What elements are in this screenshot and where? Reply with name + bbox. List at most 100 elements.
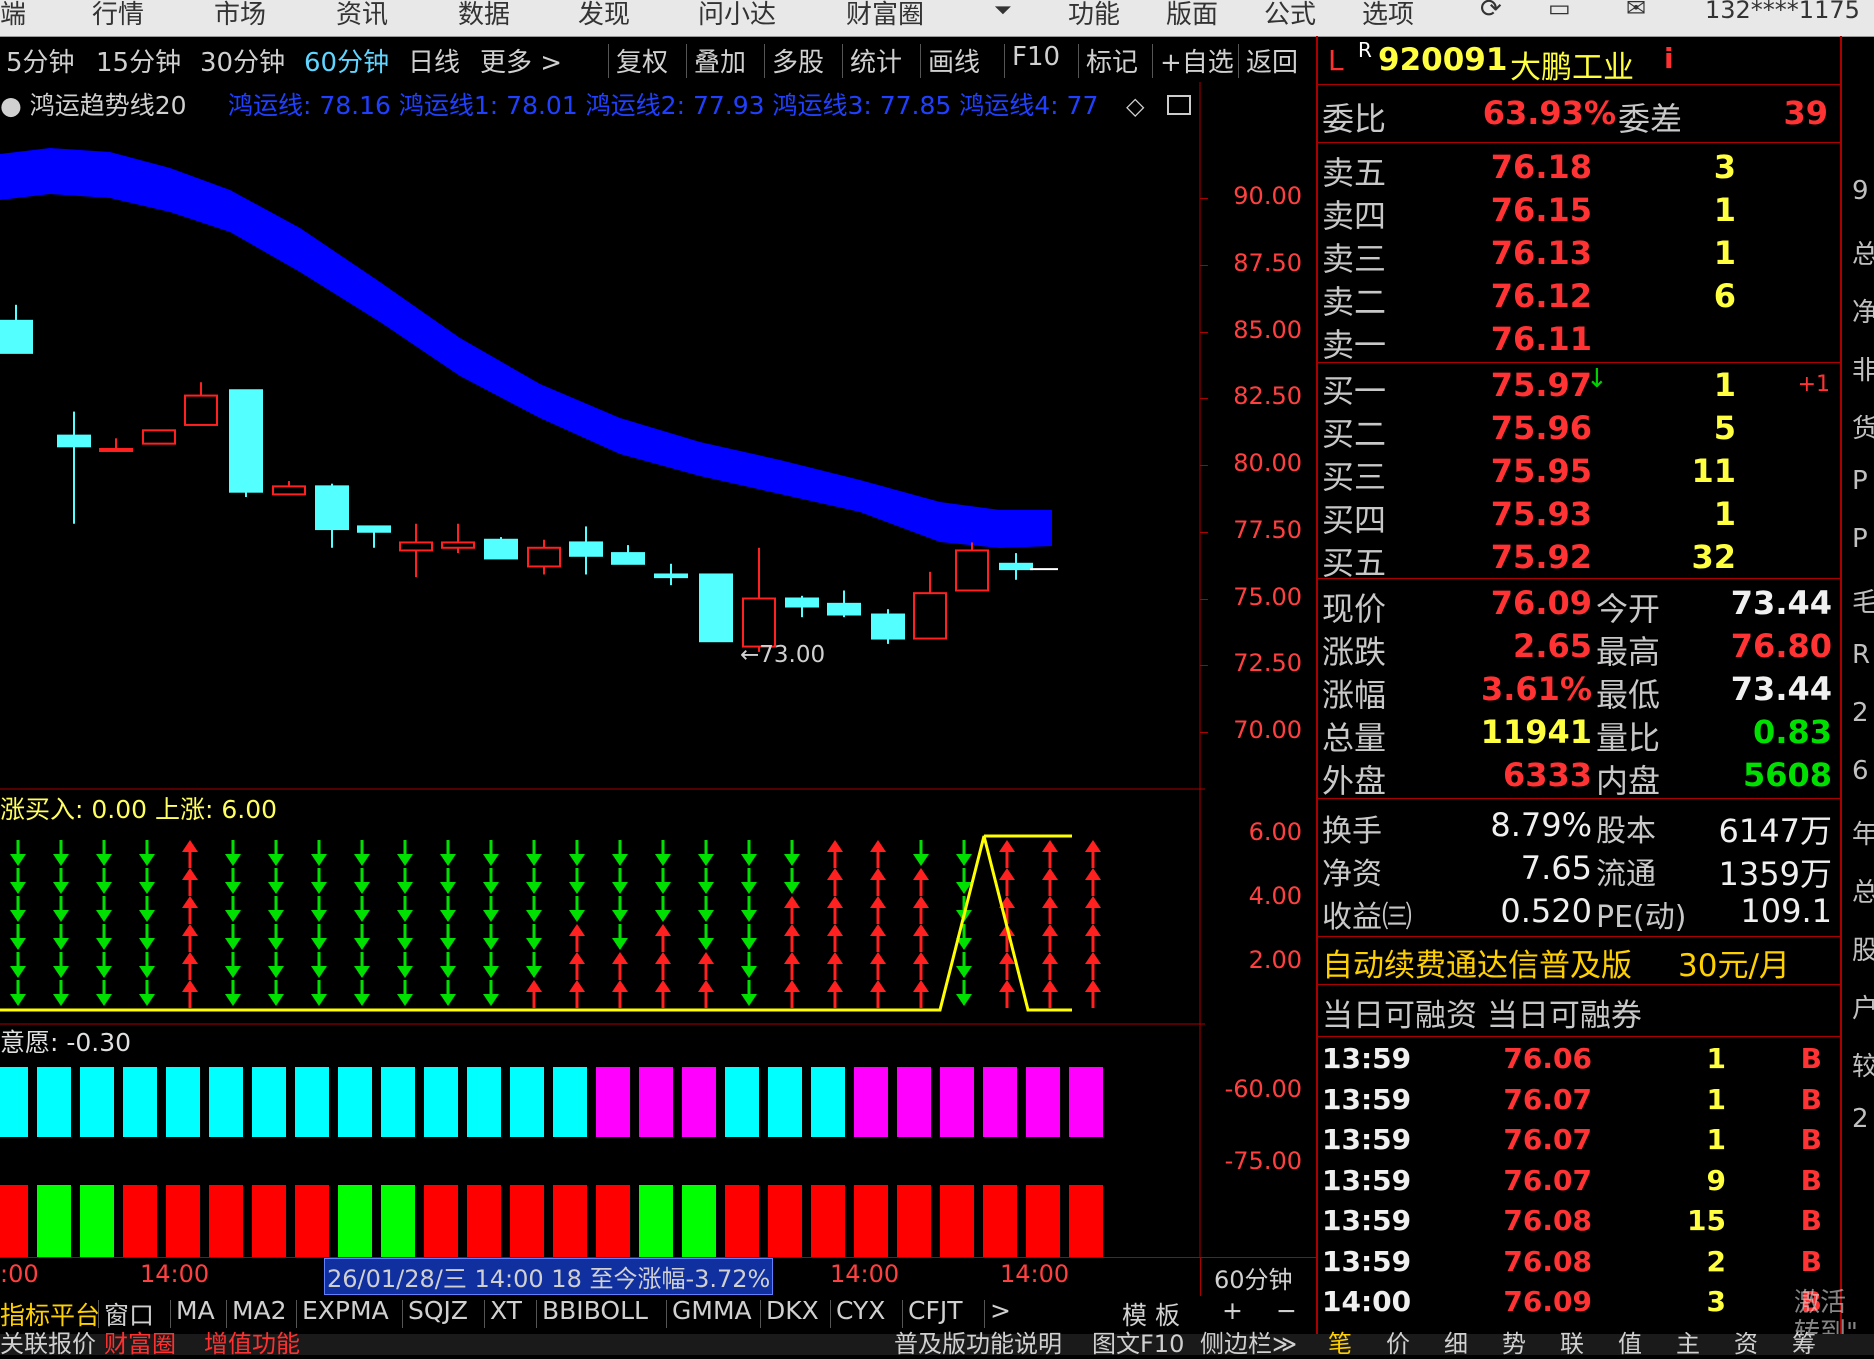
indicator-tab-9[interactable]: DKX — [766, 1296, 819, 1325]
indicator-tab-3[interactable]: MA2 — [232, 1296, 287, 1325]
indicator-toggle-icon[interactable]: ◇ — [1126, 92, 1145, 120]
quote-tab-8[interactable]: 筹 — [1792, 1324, 1816, 1359]
indicator-tab-11[interactable]: CFJT — [908, 1296, 962, 1325]
candle[interactable] — [399, 523, 433, 578]
bid-row[interactable]: 买二 75.96 5 — [1316, 409, 1842, 453]
panel-layout-icon[interactable] — [1167, 95, 1191, 115]
menu-item-1[interactable]: 行情 — [92, 0, 144, 31]
menu-item-3[interactable]: 资讯 — [336, 0, 388, 31]
save-icon[interactable]: ▭ — [1548, 0, 1571, 22]
indicator-tab-4[interactable]: EXPMA — [302, 1296, 389, 1325]
menu-item-2[interactable]: 市场 — [214, 0, 266, 31]
menu-item-4[interactable]: 数据 — [458, 0, 510, 31]
quote-tab-3[interactable]: 势 — [1502, 1324, 1526, 1359]
menu-dropdown-icon[interactable]: ⏷ — [994, 0, 1012, 23]
add-panel-button[interactable]: + — [1222, 1296, 1243, 1325]
ask-row[interactable]: 卖五 76.18 3 — [1316, 148, 1842, 192]
quote-tab-7[interactable]: 资 — [1734, 1324, 1758, 1359]
status-right-0[interactable]: 普及版功能说明 — [894, 1324, 1062, 1359]
bid-row[interactable]: 买一 75.97 1 +1 ↓ — [1316, 364, 1842, 410]
status-link-2[interactable]: 增值功能 — [204, 1324, 300, 1359]
quote-tab-6[interactable]: 主 — [1676, 1324, 1700, 1359]
indicator-tab-2[interactable]: MA — [176, 1296, 215, 1325]
bid-row[interactable]: 买五 75.92 32 — [1316, 538, 1842, 582]
promo-price[interactable]: 30元/月 — [1678, 940, 1790, 985]
candle[interactable] — [654, 563, 688, 586]
period-4[interactable]: 日线 — [408, 42, 460, 79]
ask-row[interactable]: 卖一 76.11 — [1316, 320, 1842, 364]
promo-text[interactable]: 自动续费通达信普及版 — [1322, 940, 1632, 985]
ask-row[interactable]: 卖二 76.12 6 — [1316, 277, 1842, 321]
user-account[interactable]: 132****1175 — [1705, 0, 1860, 24]
bid-row[interactable]: 买三 75.95 11 — [1316, 452, 1842, 496]
candle[interactable] — [913, 571, 947, 640]
candle[interactable] — [827, 590, 861, 618]
quote-tab-1[interactable]: 价 — [1386, 1324, 1410, 1359]
candle[interactable] — [142, 429, 176, 445]
status-right-2[interactable]: 侧边栏≫ — [1200, 1324, 1297, 1359]
menu-item-7[interactable]: 财富圈 — [846, 0, 924, 31]
mail-icon[interactable]: ✉ — [1626, 0, 1646, 22]
toolbar-button-5[interactable]: F10 — [1012, 42, 1060, 72]
candle[interactable] — [611, 545, 645, 565]
candle[interactable] — [0, 304, 33, 354]
candle[interactable] — [99, 438, 133, 452]
bid-row[interactable]: 买四 75.93 1 — [1316, 495, 1842, 539]
ask-row[interactable]: 卖四 76.15 1 — [1316, 191, 1842, 235]
candle[interactable] — [315, 483, 349, 548]
remove-panel-button[interactable]: − — [1276, 1296, 1297, 1325]
candle[interactable] — [742, 547, 776, 652]
menu-item-9[interactable]: 版面 — [1166, 0, 1218, 31]
candle[interactable] — [527, 539, 561, 575]
toolbar-button-7[interactable]: +自选 — [1160, 42, 1234, 79]
quote-tab-2[interactable]: 细 — [1444, 1324, 1468, 1359]
ask-row[interactable]: 卖三 76.13 1 — [1316, 234, 1842, 278]
candle[interactable] — [184, 382, 218, 426]
candle[interactable] — [272, 481, 306, 496]
indicator-arrows-panel[interactable]: 涨买入: 0.00 上涨: 6.00 — [0, 790, 1205, 1025]
candle[interactable] — [357, 525, 391, 548]
status-link-0[interactable]: 关联报价 — [0, 1324, 96, 1359]
quote-tab-4[interactable]: 联 — [1560, 1324, 1584, 1359]
menu-item-10[interactable]: 公式 — [1264, 0, 1316, 31]
period-2[interactable]: 30分钟 — [200, 42, 285, 79]
candle[interactable] — [999, 553, 1033, 580]
indicator-tab-7[interactable]: BBIBOLL — [542, 1296, 648, 1325]
indicator-tab-8[interactable]: GMMA — [672, 1296, 752, 1325]
toolbar-button-4[interactable]: 画线 — [928, 42, 980, 79]
indicator-tab-5[interactable]: SQJZ — [408, 1296, 468, 1325]
quote-tab-0[interactable]: 笔 — [1328, 1324, 1352, 1359]
period-1[interactable]: 15分钟 — [96, 42, 181, 79]
toolbar-button-0[interactable]: 复权 — [616, 42, 668, 79]
candle[interactable] — [699, 573, 733, 643]
toolbar-button-6[interactable]: 标记 — [1086, 42, 1138, 79]
candle[interactable] — [785, 595, 819, 618]
candle[interactable] — [229, 389, 263, 498]
refresh-icon[interactable]: ⟳ — [1480, 0, 1502, 24]
quote-tab-5[interactable]: 值 — [1618, 1324, 1642, 1359]
menu-item-6[interactable]: 问小达 — [698, 0, 776, 31]
menu-item-8[interactable]: 功能 — [1068, 0, 1120, 31]
toolbar-button-1[interactable]: 叠加 — [694, 42, 746, 79]
menu-item-5[interactable]: 发现 — [578, 0, 630, 31]
indicator-tab-12[interactable]: > — [990, 1296, 1011, 1325]
candle[interactable] — [441, 523, 475, 554]
toolbar-button-3[interactable]: 统计 — [850, 42, 902, 79]
period-3[interactable]: 60分钟 — [304, 42, 389, 79]
status-right-1[interactable]: 图文F10 — [1092, 1324, 1184, 1359]
toolbar-button-2[interactable]: 多股 — [772, 42, 824, 79]
period-0[interactable]: 5分钟 — [6, 42, 75, 79]
period-5[interactable]: 更多 > — [480, 42, 562, 79]
candle[interactable] — [569, 526, 603, 575]
info-icon[interactable]: i — [1664, 42, 1674, 75]
toolbar-button-8[interactable]: 返回 — [1246, 42, 1298, 79]
status-link-1[interactable]: 财富圈 — [104, 1324, 176, 1359]
candle[interactable] — [57, 411, 91, 524]
indicator-tab-10[interactable]: CYX — [836, 1296, 885, 1325]
menu-item-0[interactable]: 端 — [0, 0, 26, 31]
indicator-willingness-panel[interactable]: 意愿: -0.30 — [0, 1025, 1205, 1257]
candle[interactable] — [871, 609, 905, 644]
candle[interactable] — [484, 537, 518, 560]
candle[interactable] — [955, 542, 989, 592]
main-chart[interactable]: ● 鸿运趋势线20 鸿运线: 78.16 鸿运线1: 78.01 鸿运线2: 77… — [0, 82, 1205, 790]
